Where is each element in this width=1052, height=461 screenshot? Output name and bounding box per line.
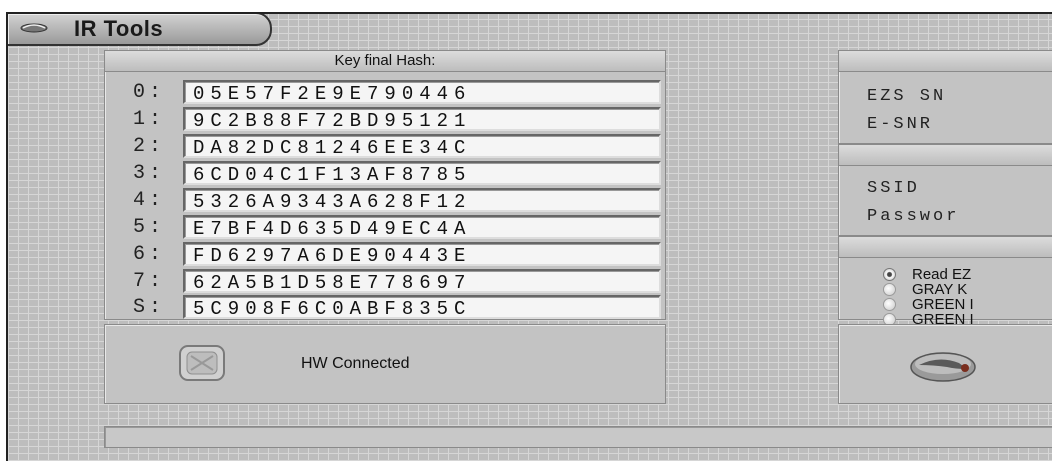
hash-value-field[interactable]: 5C908F6C0ABF835C <box>183 295 661 319</box>
esnr-label: E-SNR <box>867 115 934 134</box>
hash-index: 3: <box>133 161 166 185</box>
status-bar <box>104 426 1052 448</box>
hash-row: S: 5C908F6C0ABF835C <box>133 294 661 320</box>
hash-value-field[interactable]: 6CD04C1F13AF8785 <box>183 161 661 185</box>
read-key-button[interactable] <box>909 347 977 383</box>
app-window: IR Tools Key final Hash: 0: 05E57F2E9E79… <box>6 12 1052 461</box>
options-panel: Read EZ GRAY K GREEN I GREEN I <box>838 236 1052 328</box>
action-panel <box>838 324 1052 404</box>
hash-index: 2: <box>133 134 166 158</box>
radio-icon[interactable] <box>883 282 896 296</box>
ssid-label: SSID <box>867 179 920 198</box>
ezs-panel: EZS SN E-SNR <box>838 50 1052 144</box>
ssid-panel: SSID Passwor <box>838 144 1052 236</box>
hash-index: 4: <box>133 188 166 212</box>
ssid-panel-header <box>839 145 1052 166</box>
hash-panel-header: Key final Hash: <box>105 51 665 72</box>
hash-row: 6: FD6297A6DE90443E <box>133 241 661 267</box>
ezs-sn-label: EZS SN <box>867 87 947 106</box>
ezs-panel-header <box>839 51 1052 72</box>
hw-status-panel: HW Connected <box>104 324 666 404</box>
title-tab: IR Tools <box>8 14 272 46</box>
hardware-status-icon <box>179 345 225 381</box>
hash-value-field[interactable]: DA82DC81246EE34C <box>183 134 661 158</box>
app-logo-icon <box>20 23 48 33</box>
hash-row: 7: 62A5B1D58E778697 <box>133 268 661 294</box>
hash-row: 0: 05E57F2E9E790446 <box>133 79 661 105</box>
hash-index: 1: <box>133 107 166 131</box>
hash-index: 0: <box>133 80 166 104</box>
hash-value-field[interactable]: 5326A9343A628F12 <box>183 188 661 212</box>
hash-panel: Key final Hash: 0: 05E57F2E9E790446 1: 9… <box>104 50 666 320</box>
hw-status-label: HW Connected <box>301 355 410 372</box>
hash-index: 7: <box>133 269 166 293</box>
hash-value-field[interactable]: 9C2B88F72BD95121 <box>183 107 661 131</box>
hash-index: 6: <box>133 242 166 266</box>
hash-row: 1: 9C2B88F72BD95121 <box>133 106 661 132</box>
options-panel-header <box>839 237 1052 258</box>
hash-index: 5: <box>133 215 166 239</box>
key-icon <box>910 352 976 382</box>
radio-selected-icon[interactable] <box>883 267 896 281</box>
hash-index: S: <box>133 295 166 319</box>
window-title: IR Tools <box>74 16 164 41</box>
hash-value-field[interactable]: FD6297A6DE90443E <box>183 242 661 266</box>
hash-row: 4: 5326A9343A628F12 <box>133 187 661 213</box>
hash-row: 5: E7BF4D635D49EC4A <box>133 214 661 240</box>
hash-value-field[interactable]: 62A5B1D58E778697 <box>183 269 661 293</box>
hash-value-field[interactable]: 05E57F2E9E790446 <box>183 80 661 104</box>
radio-icon[interactable] <box>883 297 896 311</box>
hash-value-field[interactable]: E7BF4D635D49EC4A <box>183 215 661 239</box>
hash-row: 3: 6CD04C1F13AF8785 <box>133 160 661 186</box>
password-label: Passwor <box>867 207 960 226</box>
hash-row: 2: DA82DC81246EE34C <box>133 133 661 159</box>
